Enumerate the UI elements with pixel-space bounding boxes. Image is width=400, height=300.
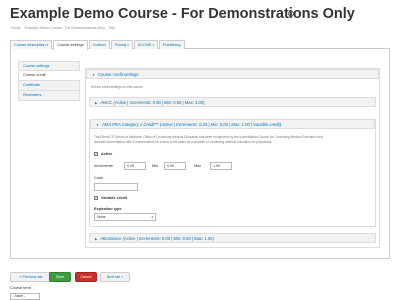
increments-label: Increments bbox=[94, 164, 113, 168]
gear-icon[interactable]: ⚙ bbox=[287, 9, 297, 19]
breadcrumb: Home Example Demo Course - For Demonstra… bbox=[11, 26, 118, 30]
page-title: Example Demo Course - For Demonstrations… bbox=[10, 6, 355, 22]
expand-triangle-icon: ▶ bbox=[95, 237, 98, 241]
breadcrumb-edit[interactable]: Edit bbox=[109, 26, 115, 30]
previous-tab-button[interactable]: « Previous tab bbox=[10, 272, 52, 282]
attendance-legend[interactable]: ▶ Attendance (Active | Increments: 0.00 |… bbox=[89, 233, 376, 243]
ama-description-line2: awarded Accreditation with Commendation … bbox=[94, 140, 273, 144]
active-label: Active bbox=[101, 152, 113, 156]
expiration-type-select[interactable]: None ▾ bbox=[94, 213, 156, 221]
next-tab-button[interactable]: Next tab » bbox=[100, 272, 130, 282]
vtab-course-settings[interactable]: Course settings bbox=[18, 61, 80, 71]
cancel-button[interactable]: Cancel bbox=[75, 272, 97, 282]
min-input[interactable]: 0.00 bbox=[164, 162, 186, 170]
increments-input[interactable]: 0.25 bbox=[124, 162, 146, 170]
tab-publishing[interactable]: Publishing bbox=[159, 40, 185, 49]
variable-credit-label: Variable credit bbox=[101, 196, 127, 200]
breadcrumb-home[interactable]: Home bbox=[11, 26, 21, 30]
min-label: Min bbox=[152, 164, 159, 168]
course-term-select[interactable]: - None - bbox=[10, 293, 40, 300]
vtab-certificate[interactable]: Certificate bbox=[18, 81, 80, 91]
code-label: Code bbox=[94, 176, 104, 180]
collapse-triangle-icon: ▼ bbox=[96, 123, 99, 127]
expand-triangle-icon: ▶ bbox=[95, 101, 98, 105]
expiration-type-label: Expiration type bbox=[94, 207, 122, 211]
max-label: Max bbox=[194, 164, 202, 168]
code-input[interactable] bbox=[94, 183, 138, 191]
variable-credit-checkbox[interactable]: ✓ bbox=[94, 196, 98, 200]
tab-pricing[interactable]: Pricing▾ bbox=[110, 40, 133, 49]
primary-tabs: Course description▾ Course settings Cust… bbox=[10, 40, 390, 50]
select-arrow-icon: ▾ bbox=[151, 215, 153, 219]
caret-down-icon: ▾ bbox=[46, 43, 49, 47]
active-checkbox[interactable]: ✓ bbox=[94, 152, 98, 156]
vtab-course-credit[interactable]: Course credit bbox=[18, 71, 80, 81]
ancc-legend[interactable]: ▶ ANCC (Active | Increments: 0.00 | Min: … bbox=[89, 97, 376, 107]
collapse-triangle-icon: ▼ bbox=[92, 73, 95, 77]
breadcrumb-course[interactable]: Example Demo Course - For Demonstrations… bbox=[25, 26, 105, 30]
tab-custom[interactable]: Custom bbox=[88, 40, 110, 49]
ama-description-line1: The Ethos/CE School of Medicine, Office … bbox=[94, 135, 323, 139]
save-button[interactable]: Save bbox=[49, 272, 71, 282]
credit-settings-description: Set the credit settings for this course. bbox=[91, 85, 144, 89]
vtab-reminders[interactable]: Reminders bbox=[18, 91, 80, 101]
max-input[interactable]: 1.00 bbox=[210, 162, 232, 170]
ama-legend[interactable]: ▼ AMA PRA Category 1 Credit™ (Active | In… bbox=[90, 119, 375, 129]
tab-course-description[interactable]: Course description▾ bbox=[10, 40, 53, 49]
course-term-label: Course term bbox=[10, 286, 31, 290]
vertical-tabs: Course settings Course credit Certificat… bbox=[18, 61, 80, 101]
caret-down-icon: ▾ bbox=[127, 43, 129, 47]
caret-down-icon: ▾ bbox=[152, 43, 155, 47]
credit-settings-legend[interactable]: ▼ Course credit settings bbox=[86, 69, 379, 79]
tab-accme[interactable]: ACCME▾ bbox=[133, 40, 159, 49]
